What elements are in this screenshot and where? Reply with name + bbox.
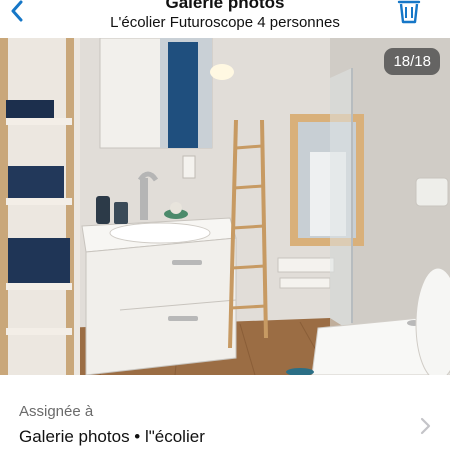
photo-counter-badge: 18/18 <box>384 48 440 75</box>
trash-icon <box>397 0 421 24</box>
page-subtitle: L'écolier Futuroscope 4 personnes <box>110 14 340 31</box>
chevron-right-icon <box>418 416 432 436</box>
assignment-row[interactable]: Assignée à Galerie photos • l"écolier <box>0 375 450 450</box>
assigned-to-label: Assignée à <box>19 403 94 420</box>
top-bar: Galerie photos L'écolier Futuroscope 4 p… <box>0 0 450 38</box>
page-title: Galerie photos <box>165 0 285 12</box>
delete-button[interactable] <box>393 0 425 26</box>
assigned-to-value: Galerie photos • l"écolier <box>19 427 205 446</box>
gallery-photo[interactable]: 18/18 <box>0 38 450 375</box>
bathroom-photo-image <box>0 38 450 375</box>
